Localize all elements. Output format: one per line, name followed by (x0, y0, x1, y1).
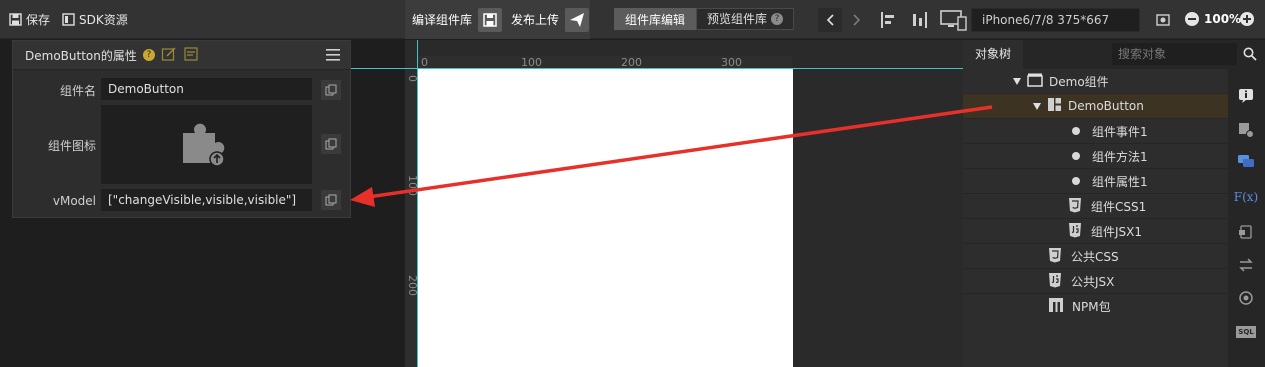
property-panel-title: DemoButton的属性 (25, 48, 137, 63)
device-select[interactable]: iPhone6/7/8 375*667 (971, 8, 1140, 32)
tree-item-label: 组件事件1 (1092, 124, 1148, 139)
copy-icon (325, 138, 337, 150)
puzzle-icon (179, 119, 227, 170)
tab-library-edit[interactable]: 组件库编辑 (614, 8, 697, 30)
tree-item-label: 组件JSX1 (1091, 224, 1143, 239)
publish-button[interactable] (565, 7, 590, 32)
tab-object-tree[interactable]: 对象树 (963, 40, 1023, 69)
save-button[interactable]: 保存 (9, 0, 50, 39)
tree-item-method[interactable]: 组件方法1 (963, 144, 1228, 169)
expand-triangle-icon[interactable] (1033, 102, 1041, 110)
tree-item-label: 公共CSS (1071, 249, 1119, 264)
publish-label: 发布上传 (511, 13, 560, 27)
comments-icon[interactable] (1237, 153, 1255, 171)
tree-item-event[interactable]: 组件事件1 (963, 119, 1228, 144)
tree-item-label: 组件方法1 (1092, 149, 1148, 164)
tree-item-demobutton[interactable]: DemoButton (963, 94, 1228, 119)
zoom-in-icon[interactable] (1240, 12, 1254, 29)
copy-icon (325, 84, 337, 96)
sdk-icon (62, 13, 75, 26)
npm-icon (1049, 298, 1063, 315)
tree-item-demo-component[interactable]: Demo组件 (963, 69, 1228, 94)
vmodel-field[interactable]: ["changeVisible,visible,visible"] (101, 189, 312, 211)
zoom-level: 100% (1204, 12, 1242, 26)
edit-icon[interactable] (161, 46, 177, 65)
target-icon[interactable] (1237, 289, 1255, 307)
copy-button[interactable] (321, 80, 341, 100)
save-label: 保存 (26, 13, 51, 27)
compile-button[interactable] (478, 7, 503, 32)
css3-icon (1048, 247, 1062, 266)
tree-item-label: DemoButton (1068, 99, 1144, 113)
bullet-icon (1072, 152, 1080, 160)
guide-line-vertical (417, 40, 418, 367)
tree-item-css1[interactable]: 组件CSS1 (963, 194, 1228, 219)
tree-item-label: Demo组件 (1049, 74, 1109, 89)
chevron-right-icon (853, 14, 861, 26)
tree-item-label: 公共JSX (1071, 274, 1115, 289)
block-icon (1047, 97, 1062, 115)
tree-item-npm[interactable]: NPM包 (963, 294, 1228, 319)
screenshot-icon[interactable] (1155, 12, 1171, 31)
vmodel-label: vModel (52, 194, 96, 208)
search-icon[interactable] (1243, 47, 1257, 64)
tree-item-jsx1[interactable]: 组件JSX1 (963, 219, 1228, 244)
css3-icon (1068, 197, 1082, 216)
sdk-label: SDK资源 (79, 13, 128, 27)
swap-icon[interactable] (1237, 256, 1255, 274)
build-group: 编译组件库 发布上传 (405, 0, 590, 39)
copy-icon (325, 194, 337, 206)
paper-plane-icon (570, 12, 585, 27)
component-name-field[interactable]: DemoButton (101, 78, 312, 100)
tree-item-property[interactable]: 组件属性1 (963, 169, 1228, 194)
compile-label: 编译组件库 (412, 13, 473, 27)
object-search-input[interactable]: 搜索对象 (1112, 43, 1237, 65)
undo-button[interactable] (818, 8, 842, 32)
js-icon (1048, 272, 1062, 291)
sdk-resources-button[interactable]: SDK资源 (62, 0, 128, 39)
guide-line-horizontal (351, 68, 963, 69)
expand-triangle-icon[interactable] (1013, 77, 1021, 85)
help-icon[interactable]: ? (771, 13, 784, 25)
help-icon[interactable]: ? (142, 49, 155, 61)
js-icon (1068, 222, 1082, 241)
mode-tabs: 组件库编辑 预览组件库 ? (614, 8, 795, 30)
tab-library-preview[interactable]: 预览组件库 ? (696, 8, 795, 30)
data-icon[interactable] (1237, 223, 1255, 241)
copy-button[interactable] (321, 190, 341, 210)
component-icon-field[interactable] (101, 105, 312, 184)
tab-library-preview-label: 预览组件库 (707, 12, 768, 26)
redo-button[interactable] (845, 8, 869, 32)
property-panel-header: DemoButton的属性 ? (13, 41, 350, 70)
component-folder-icon (1027, 73, 1043, 90)
save-icon (9, 13, 22, 26)
align-bottom-icon[interactable] (910, 10, 930, 33)
copy-button[interactable] (321, 134, 341, 154)
bullet-icon (1072, 177, 1080, 185)
note-icon[interactable] (183, 46, 199, 65)
sql-icon[interactable]: SQL (1236, 323, 1256, 341)
sql-label: SQL (1236, 326, 1256, 338)
align-left-icon[interactable] (880, 10, 900, 33)
name-label: 组件名 (59, 84, 96, 98)
floppy-icon (483, 12, 497, 27)
zoom-out-icon[interactable] (1185, 12, 1199, 29)
tree-item-public-jsx[interactable]: 公共JSX (963, 269, 1228, 294)
tree-item-public-css[interactable]: 公共CSS (963, 244, 1228, 269)
tree-item-label: 组件CSS1 (1091, 199, 1147, 214)
tree-item-label: 组件属性1 (1092, 174, 1148, 189)
info-icon[interactable] (1237, 87, 1255, 105)
chevron-left-icon (826, 14, 834, 26)
artboard[interactable] (418, 69, 793, 367)
function-icon[interactable]: F(x) (1234, 188, 1258, 206)
panel-menu-icon[interactable] (326, 49, 340, 64)
icon-label: 组件图标 (47, 139, 96, 153)
property-panel: DemoButton的属性 ? 组件名 DemoButton 组件图标 vMod… (12, 40, 351, 218)
bullet-icon (1072, 127, 1080, 135)
settings-icon[interactable] (1237, 121, 1255, 139)
device-icon[interactable] (940, 9, 968, 34)
tree-item-label: NPM包 (1072, 300, 1111, 314)
top-toolbar: 保存 SDK资源 编译组件库 发布上传 组件库编辑 预览组件库 ? iPhone… (0, 0, 1265, 39)
